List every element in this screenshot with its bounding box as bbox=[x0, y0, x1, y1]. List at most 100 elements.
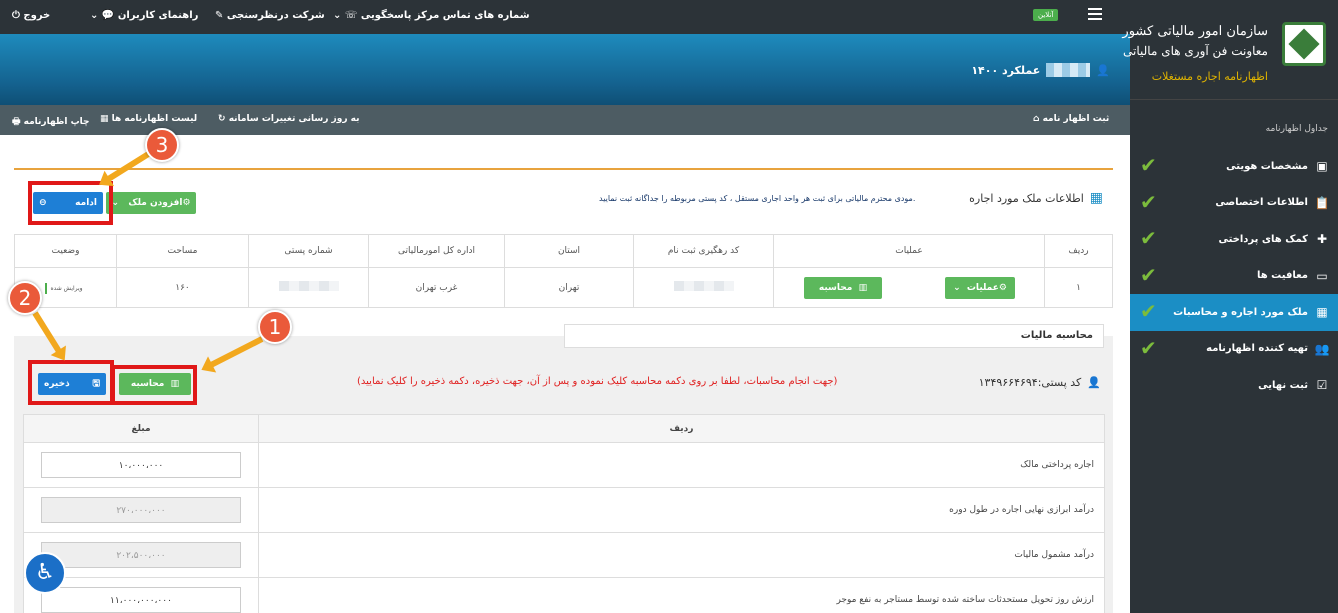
row-label: ارزش روز تحویل مستحدثات ساخته شده توسط م… bbox=[258, 577, 1105, 613]
property-panel-title: ▦ اطلاعات ملک مورد اجاره bbox=[969, 190, 1103, 206]
brand-line-2: معاونت فن آوری های مالیاتی bbox=[1123, 44, 1268, 58]
table-row: ۲۷۰،۰۰۰،۰۰۰ درآمد ابرازی نهایی اجاره در … bbox=[23, 487, 1105, 533]
logout-link[interactable]: ⏻ خروج bbox=[12, 10, 50, 21]
check-icon: ✔ bbox=[1140, 335, 1157, 360]
home-icon: ⌂ bbox=[1033, 114, 1043, 124]
table-header-row: وضعیت مساحت شماره پستی اداره کل امورمالی… bbox=[14, 234, 1113, 268]
amount-cell: ۱۰،۰۰۰،۰۰۰ bbox=[23, 442, 259, 488]
sidebar: سازمان امور مالیاتی کشور معاونت فن آوری … bbox=[1122, 0, 1338, 613]
chat-icon: 💬 bbox=[101, 10, 118, 21]
update-system-button[interactable]: ↻ به روز رسانی تغییرات سامانه bbox=[218, 114, 359, 124]
calculator-icon: ▥ bbox=[852, 283, 868, 293]
chevron-down-icon: ⌄ bbox=[953, 283, 967, 293]
index-cell: ۱ bbox=[1044, 267, 1113, 308]
calculator-icon: ▦ bbox=[100, 114, 112, 124]
table-row: ویرایش شده ۱۶۰ غرب تهران تهران محاسبه ▥ … bbox=[14, 267, 1113, 308]
contact-link[interactable]: ⌄ ☏ شماره های تماس مرکز پاسخگویی bbox=[333, 10, 530, 21]
office-cell: غرب تهران bbox=[368, 267, 505, 308]
amount-cell: ۲۷۰،۰۰۰،۰۰۰ bbox=[23, 487, 259, 533]
highlight-box-1 bbox=[111, 365, 197, 405]
blurred-postal bbox=[278, 281, 339, 291]
medkit-icon: ✚ bbox=[1316, 232, 1328, 247]
sidebar-item-property[interactable]: ▦ ملک مورد اجاره و محاسبات ✔ bbox=[1130, 294, 1338, 331]
register-return-button[interactable]: ⌂ ثبت اظهار نامه bbox=[1033, 114, 1109, 124]
print-return-button[interactable]: 🖶 چاپ اظهارنامه bbox=[12, 114, 90, 130]
col-province: استان bbox=[504, 234, 634, 268]
sidebar-item-payments[interactable]: ✚ کمک های پرداختی ✔ bbox=[1130, 221, 1338, 258]
col-status: وضعیت bbox=[14, 234, 117, 268]
postal-cell bbox=[248, 267, 369, 308]
row-label: اجاره پرداختی مالک bbox=[258, 442, 1105, 488]
accessibility-icon[interactable]: ♿ bbox=[24, 552, 66, 594]
return-list-button[interactable]: ▦ لیست اظهارنامه ها bbox=[100, 114, 197, 124]
refresh-icon: ↻ bbox=[218, 114, 229, 124]
user-title: 👤 عملکرد ۱۴۰۰ bbox=[971, 63, 1110, 77]
row-ops-button[interactable]: ⌄ عملیات ⚙ bbox=[945, 277, 1015, 299]
row-label: درآمد ابرازی نهایی اجاره در طول دوره bbox=[258, 487, 1105, 533]
sidebar-heading: جداول اظهارنامه bbox=[1265, 124, 1328, 134]
tracking-cell bbox=[633, 267, 774, 308]
callout-badge-2: 2 bbox=[8, 281, 42, 315]
calc-title: محاسبه مالیات bbox=[1020, 330, 1093, 341]
chevron-down-icon: ⌄ bbox=[90, 10, 102, 21]
printer-icon: 🖶 bbox=[12, 117, 24, 127]
area-cell: ۱۶۰ bbox=[116, 267, 249, 308]
highlight-box-2 bbox=[28, 360, 114, 405]
top-bar: ⏻ خروج ⌄ 💬 راهنمای کاربران ✎ شرکت درنظرس… bbox=[0, 0, 1130, 34]
province-cell: تهران bbox=[504, 267, 634, 308]
check-icon: ✔ bbox=[1140, 299, 1157, 323]
id-card-icon: ▣ bbox=[1316, 159, 1328, 174]
survey-link[interactable]: ✎ شرکت درنظرسنجی bbox=[215, 10, 325, 21]
gear-icon: ⚙ bbox=[998, 283, 1007, 293]
col-amount: مبلغ bbox=[23, 414, 259, 443]
guide-link[interactable]: ⌄ 💬 راهنمای کاربران bbox=[90, 10, 198, 21]
add-property-button[interactable]: ⌄ افزودن ملک ⚙ bbox=[106, 192, 196, 214]
online-badge: آنلاین bbox=[1033, 9, 1059, 21]
sidebar-menu: ▣ مشخصات هویتی ✔ 📋 اطلاعات اختصاصی ✔ ✚ کمک ها… bbox=[1130, 148, 1338, 404]
calc-title-box: محاسبه مالیات bbox=[564, 324, 1104, 348]
row-calc-button[interactable]: محاسبه ▥ bbox=[804, 277, 882, 299]
check-doc-icon: ☑ bbox=[1316, 378, 1328, 393]
gear-icon: ⚙ bbox=[182, 198, 191, 208]
building-icon: ▦ bbox=[1089, 190, 1103, 206]
header-banner: 👤 عملکرد ۱۴۰۰ bbox=[0, 34, 1130, 105]
brand-header: سازمان امور مالیاتی کشور معاونت فن آوری … bbox=[1122, 0, 1338, 100]
building-icon: ▦ bbox=[1316, 305, 1328, 320]
brand-line-1: سازمان امور مالیاتی کشور bbox=[1122, 24, 1268, 39]
blurred-tracking bbox=[673, 281, 734, 291]
check-icon: ✔ bbox=[1140, 262, 1157, 287]
sidebar-item-final[interactable]: ☑ ثبت نهایی bbox=[1130, 367, 1338, 404]
users-icon: 👥 bbox=[1314, 341, 1330, 356]
calc-table: مبلغ ردیف ۱۰،۰۰۰،۰۰۰ اجاره پرداختی مالک … bbox=[23, 414, 1105, 613]
main-content: ▦ اطلاعات ملک مورد اجاره مودی محترم مالی… bbox=[14, 168, 1113, 613]
table-row: ۲۰۲،۵۰۰،۰۰۰ درآمد مشمول مالیات bbox=[23, 532, 1105, 578]
check-icon: ✔ bbox=[1140, 153, 1157, 177]
edit-icon: ✎ bbox=[215, 10, 227, 21]
clipboard-icon: 📋 bbox=[1314, 195, 1330, 210]
menu-toggle-icon[interactable] bbox=[1088, 8, 1102, 20]
chevron-down-icon: ⌄ bbox=[333, 10, 345, 21]
improvements-value-input[interactable]: ۱۱،۰۰۰،۰۰۰،۰۰۰ bbox=[41, 587, 241, 613]
operations-cell: محاسبه ▥ ⌄ عملیات ⚙ bbox=[773, 267, 1045, 308]
user-icon: 👤 bbox=[1087, 376, 1101, 389]
property-note: مودی محترم مالیاتی برای ثبت هر واحد اجار… bbox=[599, 194, 916, 203]
sidebar-item-exemptions[interactable]: ▭ معافیت ها ✔ bbox=[1130, 258, 1338, 295]
col-area: مساحت bbox=[116, 234, 249, 268]
col-office: اداره کل امورمالیاتی bbox=[368, 234, 505, 268]
col-postal: شماره پستی bbox=[248, 234, 369, 268]
emblem-icon bbox=[1282, 22, 1326, 66]
sidebar-item-preparer[interactable]: 👥 تهیه کننده اظهارنامه ✔ bbox=[1130, 331, 1338, 368]
check-icon: ✔ bbox=[1140, 226, 1157, 250]
rent-paid-input[interactable]: ۱۰،۰۰۰،۰۰۰ bbox=[41, 452, 241, 478]
row-label: درآمد مشمول مالیات bbox=[258, 532, 1105, 578]
phone-icon: ☏ bbox=[344, 10, 361, 21]
declared-income-input: ۲۷۰،۰۰۰،۰۰۰ bbox=[41, 497, 241, 523]
col-index: ردیف bbox=[1044, 234, 1113, 268]
app: ⏻ خروج ⌄ 💬 راهنمای کاربران ✎ شرکت درنظرس… bbox=[0, 0, 1338, 613]
status-badge: ویرایش شده bbox=[45, 282, 86, 294]
table-row: ۱۰،۰۰۰،۰۰۰ اجاره پرداختی مالک bbox=[23, 442, 1105, 488]
sidebar-item-specific-info[interactable]: 📋 اطلاعات اختصاصی ✔ bbox=[1130, 185, 1338, 222]
property-table: وضعیت مساحت شماره پستی اداره کل امورمالی… bbox=[14, 234, 1113, 308]
check-icon: ✔ bbox=[1140, 189, 1157, 214]
sidebar-item-identity[interactable]: ▣ مشخصات هویتی ✔ bbox=[1130, 148, 1338, 185]
